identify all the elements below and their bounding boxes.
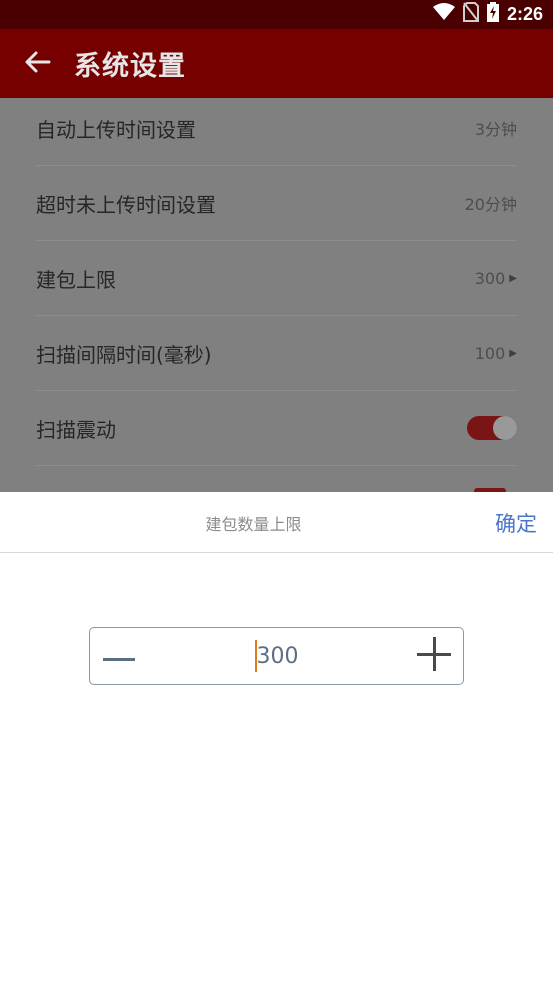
- setting-label: 超时未上传时间设置: [36, 192, 216, 217]
- setting-value: 300 ▶: [474, 268, 517, 288]
- setting-label: 扫描间隔时间(毫秒): [36, 342, 212, 367]
- setting-scan-vibration: 扫描震动: [36, 391, 517, 466]
- minus-icon: [103, 647, 135, 666]
- setting-label: 扫描震动: [36, 417, 116, 442]
- setting-label: 自动上传时间设置: [36, 117, 196, 142]
- setting-label: 建包上限: [36, 267, 116, 292]
- setting-package-limit[interactable]: 建包上限 300 ▶: [36, 241, 517, 316]
- decrement-button[interactable]: [90, 628, 148, 684]
- status-time: 2:26: [506, 4, 543, 24]
- increment-button[interactable]: [405, 628, 463, 684]
- plus-icon: [417, 637, 451, 675]
- battery-charging-icon: [486, 2, 499, 27]
- vibration-toggle[interactable]: [467, 416, 517, 440]
- setting-auto-upload-time[interactable]: 自动上传时间设置 3分钟: [36, 98, 517, 166]
- setting-scan-interval[interactable]: 扫描间隔时间(毫秒) 100 ▶: [36, 316, 517, 391]
- quantity-input[interactable]: 300: [148, 628, 405, 684]
- chevron-right-icon: ▶: [509, 347, 517, 359]
- no-sim-icon: [462, 2, 479, 27]
- dialog-header: 建包数量上限 确定: [0, 492, 553, 553]
- toggle-knob: [493, 416, 517, 440]
- setting-timeout-upload-time[interactable]: 超时未上传时间设置 20分钟: [36, 166, 517, 241]
- setting-value: 3分钟: [474, 120, 517, 139]
- setting-value: 100 ▶: [474, 343, 517, 363]
- status-bar: 2:26: [0, 0, 553, 29]
- chevron-right-icon: ▶: [509, 272, 517, 284]
- quantity-value: 300: [256, 643, 299, 669]
- setting-value: 20分钟: [464, 195, 517, 214]
- app-bar: 系统设置: [0, 29, 553, 98]
- settings-list: 自动上传时间设置 3分钟 超时未上传时间设置 20分钟 建包上限 300 ▶ 扫描…: [0, 98, 553, 492]
- arrow-left-icon: [23, 50, 51, 78]
- confirm-button[interactable]: 确定: [495, 492, 537, 553]
- quantity-stepper: 300: [89, 627, 464, 685]
- back-button[interactable]: [0, 29, 74, 98]
- package-limit-dialog: 建包数量上限 确定 300: [0, 492, 553, 983]
- page-title: 系统设置: [74, 51, 186, 82]
- dialog-title: 建包数量上限: [205, 514, 302, 534]
- wifi-icon: [432, 3, 455, 26]
